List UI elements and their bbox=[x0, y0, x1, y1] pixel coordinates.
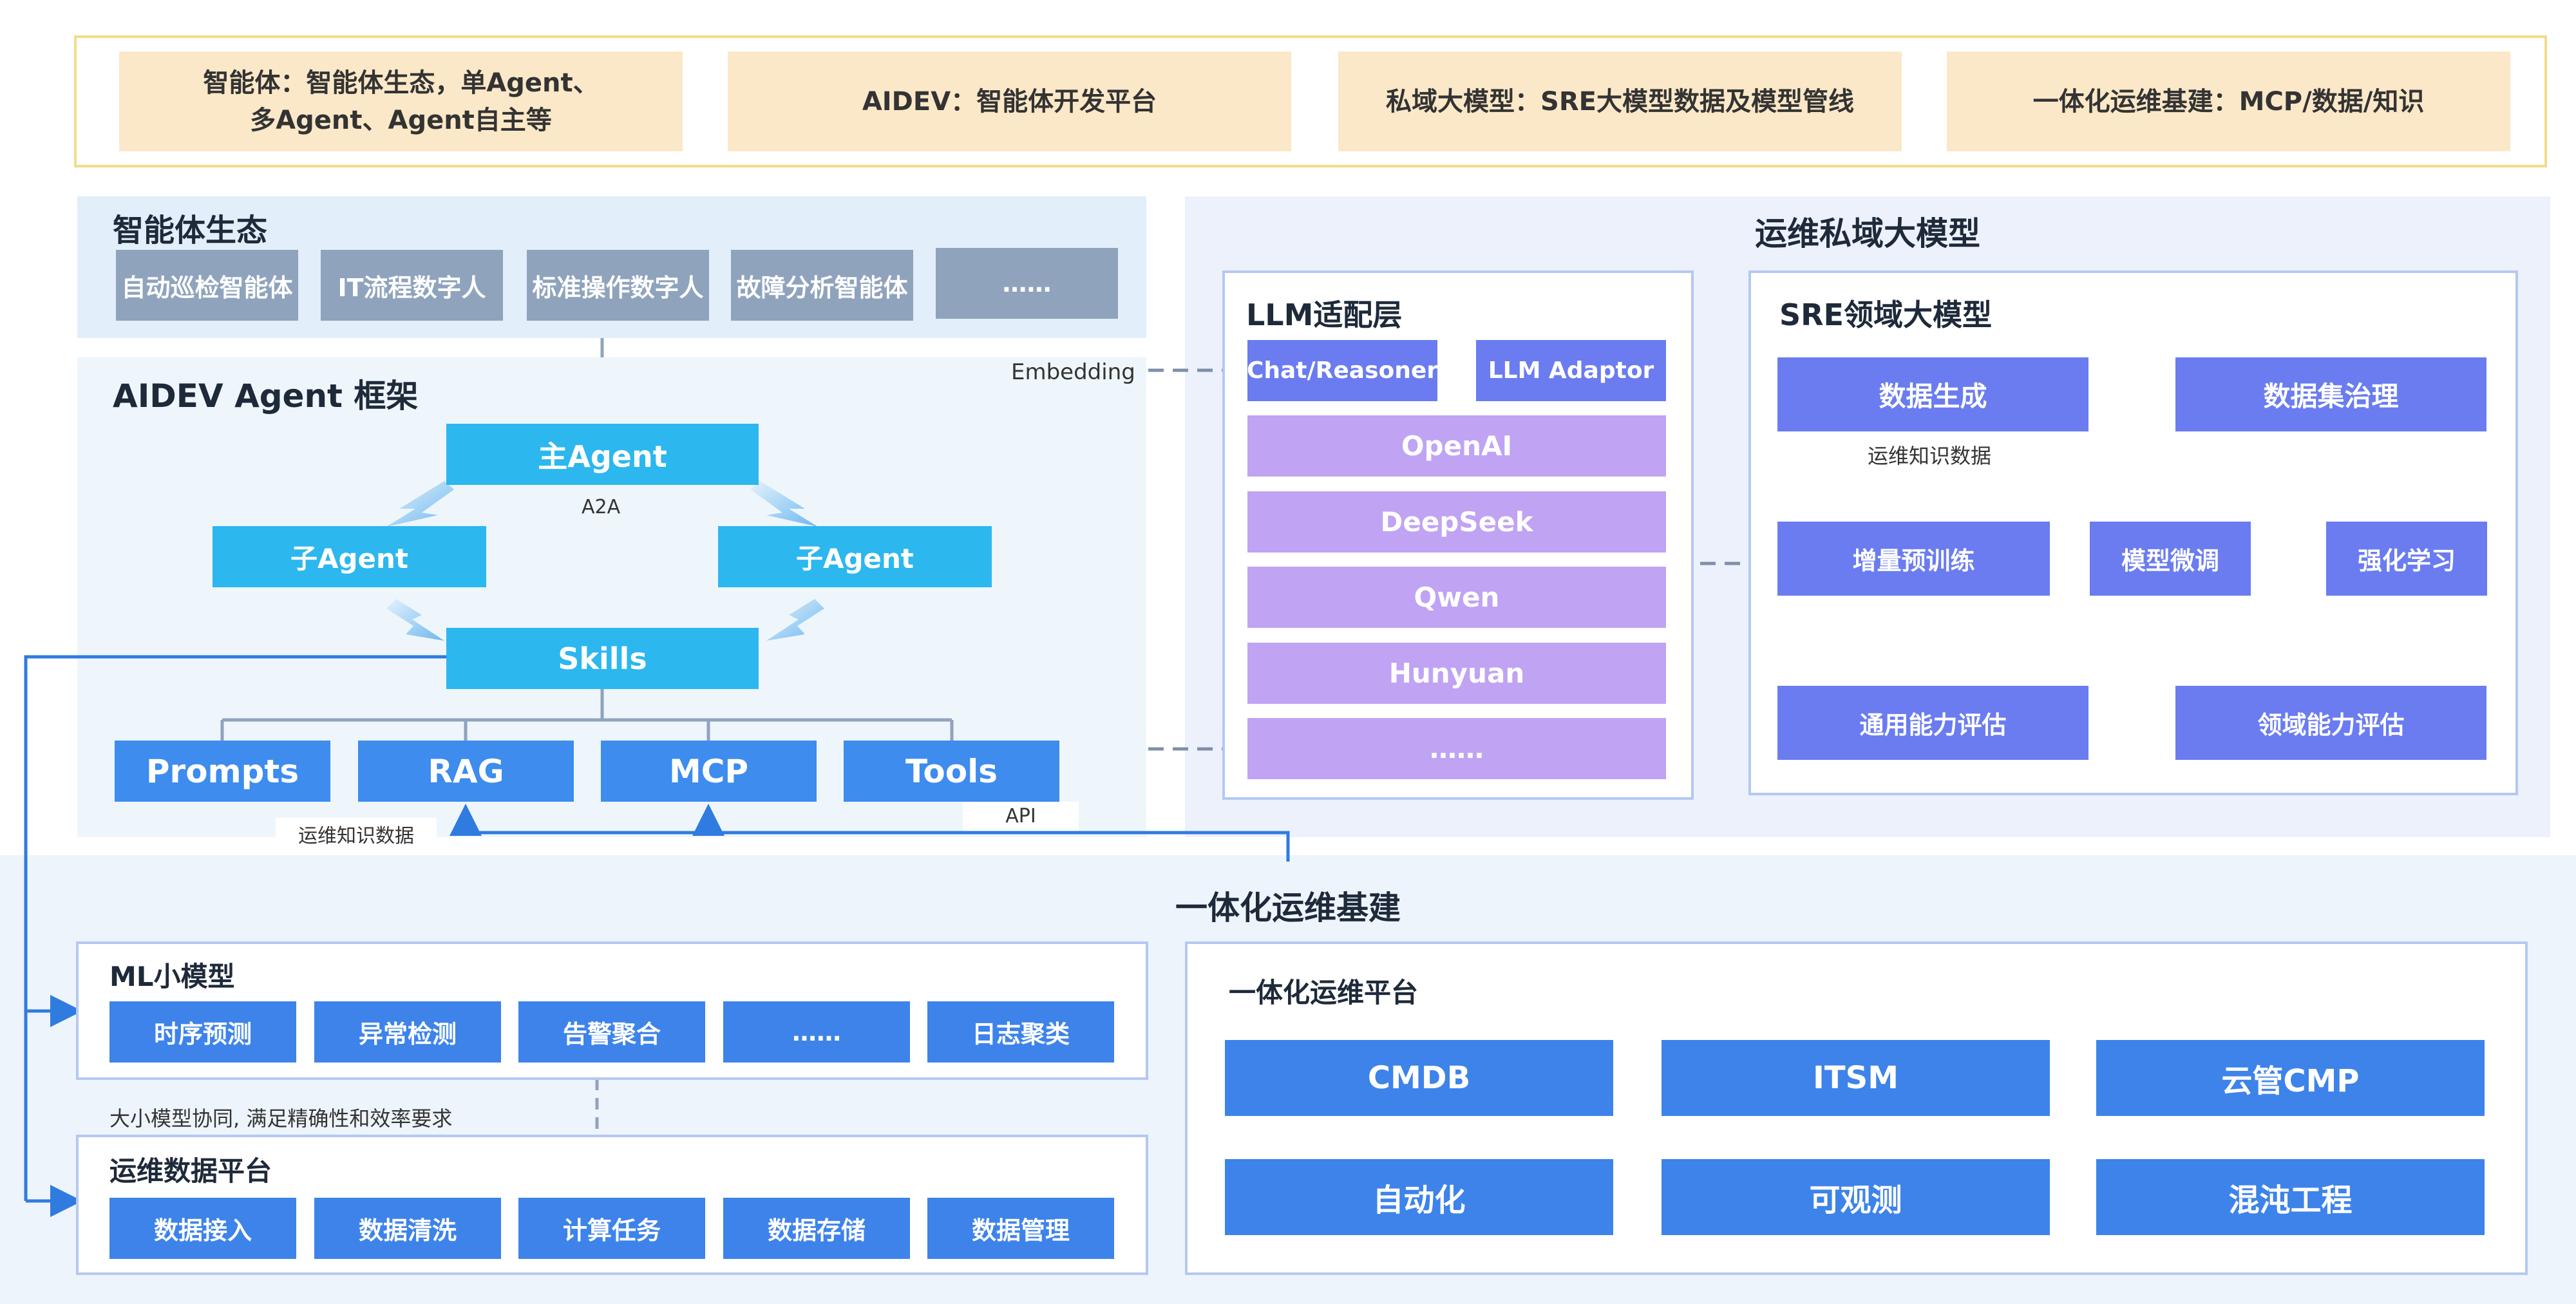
arrow-main-to-right bbox=[750, 481, 818, 527]
private-llm-title: 运维私域大模型 bbox=[1755, 215, 1980, 252]
ops-item-chaos: 混沌工程 bbox=[2096, 1159, 2485, 1235]
ml-item-alert-aggregation: 告警聚合 bbox=[518, 1001, 705, 1063]
eco-item-it-process: IT流程数字人 bbox=[321, 250, 503, 321]
rag-box: RAG bbox=[358, 741, 574, 802]
arrow-right-to-skills bbox=[766, 599, 824, 641]
ml-item-anomaly: 异常检测 bbox=[314, 1001, 501, 1063]
sre-domain-eval: 领域能力评估 bbox=[2175, 686, 2486, 760]
ml-item-forecast: 时序预测 bbox=[109, 1001, 296, 1063]
ml-collab-note: 大小模型协同, 满足精确性和效率要求 bbox=[109, 1106, 453, 1131]
ops-item-itsm: ITSM bbox=[1662, 1040, 2050, 1116]
data-item-manage: 数据管理 bbox=[927, 1198, 1114, 1259]
sub-agent-right-box: 子Agent bbox=[718, 526, 992, 587]
ml-model-title: ML小模型 bbox=[109, 961, 235, 992]
sre-dataset-governance: 数据集治理 bbox=[2175, 357, 2486, 431]
a2a-label: A2A bbox=[582, 496, 621, 518]
model-openai: OpenAI bbox=[1247, 415, 1666, 477]
api-label: API bbox=[963, 802, 1079, 831]
ops-item-automation: 自动化 bbox=[1225, 1159, 1613, 1235]
infra-to-rag-arrow bbox=[450, 804, 1290, 862]
ops-platform-title: 一体化运维平台 bbox=[1229, 977, 1419, 1008]
skills-box: Skills bbox=[446, 628, 759, 689]
sre-finetune: 模型微调 bbox=[2090, 522, 2251, 596]
data-platform-title: 运维数据平台 bbox=[109, 1155, 272, 1187]
chat-reasoner-box: Chat/Reasoner bbox=[1247, 340, 1438, 401]
sre-knowledge-note: 运维知识数据 bbox=[1868, 444, 1992, 468]
ml-item-log-cluster: 日志聚类 bbox=[927, 1001, 1114, 1063]
model-hunyuan: Hunyuan bbox=[1247, 643, 1666, 704]
sre-incremental-pretrain: 增量预训练 bbox=[1777, 522, 2050, 596]
sre-llm-title: SRE领域大模型 bbox=[1779, 298, 1992, 332]
arrow-left-to-skills bbox=[386, 599, 444, 641]
sub-agent-left-box: 子Agent bbox=[213, 526, 486, 587]
mcp-box: MCP bbox=[601, 741, 817, 802]
llm-adaptor-box: LLM Adaptor bbox=[1476, 340, 1666, 401]
model-qwen: Qwen bbox=[1247, 567, 1666, 628]
embedding-label: Embedding bbox=[1011, 359, 1135, 385]
ops-item-cmdb: CMDB bbox=[1225, 1040, 1613, 1116]
arrow-main-to-left bbox=[386, 481, 454, 527]
ops-item-cmp: 云管CMP bbox=[2096, 1040, 2485, 1116]
data-item-storage: 数据存储 bbox=[723, 1198, 910, 1259]
sre-data-generation: 数据生成 bbox=[1777, 357, 2088, 431]
sre-rl: 强化学习 bbox=[2326, 522, 2487, 596]
eco-item-inspection: 自动巡检智能体 bbox=[116, 250, 298, 321]
eco-item-fault-analysis: 故障分析智能体 bbox=[731, 250, 913, 321]
data-item-compute: 计算任务 bbox=[518, 1198, 705, 1259]
model-more: …… bbox=[1247, 718, 1666, 779]
aidev-title: AIDEV Agent 框架 bbox=[113, 377, 419, 415]
eco-item-standard-op: 标准操作数字人 bbox=[527, 250, 709, 321]
tools-box: Tools bbox=[844, 741, 1059, 802]
knowledge-data-label: 运维知识数据 bbox=[276, 818, 437, 850]
infra-title: 一体化运维基建 bbox=[1175, 889, 1401, 927]
prompts-box: Prompts bbox=[115, 741, 330, 802]
model-deepseek: DeepSeek bbox=[1247, 491, 1666, 553]
ops-item-observability: 可观测 bbox=[1662, 1159, 2050, 1235]
ml-item-more: …… bbox=[723, 1001, 910, 1063]
ecosystem-title: 智能体生态 bbox=[113, 213, 268, 249]
data-item-ingest: 数据接入 bbox=[109, 1198, 296, 1259]
main-agent-box: 主Agent bbox=[446, 424, 759, 485]
sre-general-eval: 通用能力评估 bbox=[1777, 686, 2088, 760]
llm-adapter-title: LLM适配层 bbox=[1246, 298, 1403, 332]
data-item-clean: 数据清洗 bbox=[314, 1198, 501, 1259]
eco-item-more: …… bbox=[936, 248, 1118, 319]
